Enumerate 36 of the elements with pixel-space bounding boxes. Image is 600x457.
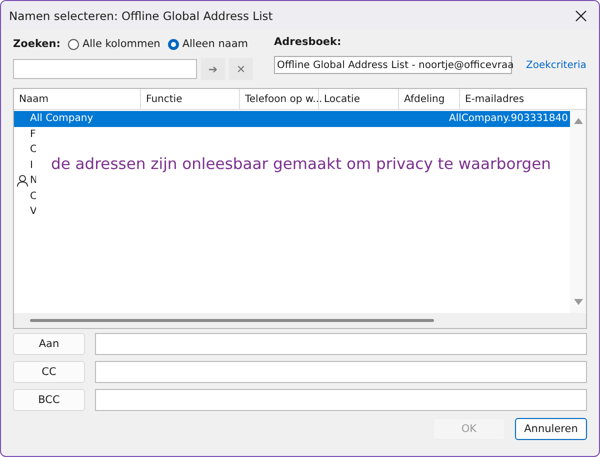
scroll-down-icon[interactable] — [574, 299, 582, 305]
name-cell: All Company — [30, 113, 94, 124]
search-criteria-link[interactable]: Zoekcriteria — [526, 60, 586, 70]
vertical-scrollbar[interactable] — [570, 110, 586, 313]
scrollbar-thumb[interactable] — [30, 319, 434, 322]
window-title: Namen selecteren: Offline Global Address List — [9, 8, 273, 22]
name-cell: V — [30, 206, 37, 218]
close-icon[interactable] — [575, 10, 587, 22]
recipient-button[interactable]: CC — [13, 361, 85, 383]
person-icon — [16, 174, 28, 187]
clear-button[interactable]: ✕ — [229, 58, 253, 80]
column-header[interactable]: E-mailadres — [460, 89, 586, 109]
cancel-button[interactable]: Annuleren — [515, 418, 587, 440]
radio-option[interactable]: Alle kolommen — [68, 38, 160, 50]
scroll-up-icon[interactable] — [574, 118, 582, 124]
recipient-field[interactable] — [95, 389, 587, 411]
recipient-field[interactable] — [95, 361, 587, 383]
column-header[interactable]: Telefoon op w... — [240, 89, 319, 109]
column-header[interactable]: Naam — [14, 89, 141, 109]
privacy-notice: de adressen zijn onleesbaar gemaakt om privacy te waarborgen — [50, 155, 552, 175]
selected-row[interactable]: All Company AllCompany.903331840 — [14, 111, 570, 126]
search-field[interactable] — [13, 59, 197, 79]
column-header[interactable]: Functie — [141, 89, 240, 109]
search-label: Zoeken: — [13, 38, 60, 50]
name-cell: F — [30, 128, 36, 140]
go-button[interactable]: ➔ — [201, 58, 225, 80]
table-row[interactable]: F — [14, 126, 570, 142]
recipient-button[interactable]: BCC — [13, 389, 85, 411]
address-book-dropdown[interactable]: Offline Global Address List - noortje@officevraa — [274, 56, 512, 74]
email-cell-text: AllCompany.903331840 — [449, 113, 569, 124]
column-header[interactable]: Locatie — [319, 89, 399, 109]
column-header[interactable]: Afdeling — [399, 89, 460, 109]
radio-option[interactable]: Alleen naam — [168, 38, 248, 50]
recipient-field[interactable] — [95, 333, 587, 355]
address-book-label: Adresboek: — [274, 36, 342, 48]
recipient-button[interactable]: Aan — [13, 333, 85, 355]
